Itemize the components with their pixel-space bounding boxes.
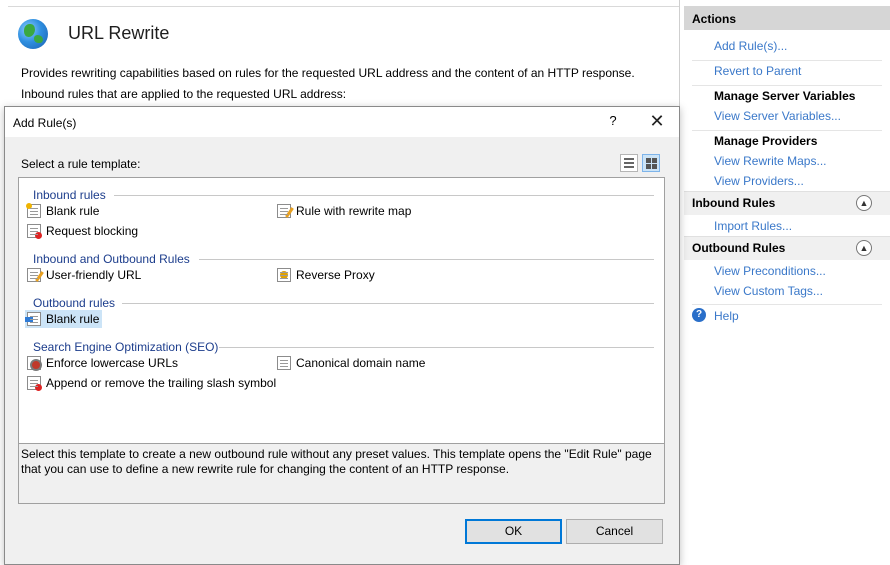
template-rule-with-rewrite-map[interactable]: Rule with rewrite map bbox=[275, 202, 414, 220]
group-divider bbox=[199, 259, 654, 260]
add-rules-dialog: Add Rule(s) ? ✕ Select a rule template: … bbox=[4, 106, 680, 565]
template-reverse-proxy[interactable]: Reverse Proxy bbox=[275, 266, 378, 284]
item-label: Reverse Proxy bbox=[296, 268, 375, 282]
view-server-variables-link[interactable]: View Server Variables... bbox=[684, 104, 890, 128]
item-label: Canonical domain name bbox=[296, 356, 426, 370]
rewrite-map-icon bbox=[277, 204, 291, 218]
help-label: Help bbox=[714, 309, 739, 323]
inbound-rules-section[interactable]: Inbound Rules ▲ bbox=[684, 191, 890, 215]
outbound-rules-section[interactable]: Outbound Rules ▲ bbox=[684, 236, 890, 260]
item-label: Rule with rewrite map bbox=[296, 204, 412, 218]
outbound-rules-section-label: Outbound Rules bbox=[692, 241, 786, 255]
actions-pane: Actions Add Rule(s)... Revert to Parent … bbox=[684, 6, 890, 565]
template-request-blocking[interactable]: Request blocking bbox=[25, 222, 141, 240]
dialog-title: Add Rule(s) bbox=[13, 116, 77, 130]
request-blocking-icon bbox=[27, 224, 42, 239]
list-view-icon bbox=[624, 158, 634, 160]
add-rules-link[interactable]: Add Rule(s)... bbox=[684, 34, 890, 58]
tiles-view-icon-square bbox=[646, 164, 651, 169]
item-label: Append or remove the trailing slash symb… bbox=[46, 376, 277, 390]
group-seo: Search Engine Optimization (SEO) bbox=[33, 340, 219, 354]
template-canonical-domain-name[interactable]: Canonical domain name bbox=[275, 354, 428, 372]
import-rules-link[interactable]: Import Rules... bbox=[684, 214, 890, 238]
template-blank-rule-inbound[interactable]: Blank rule bbox=[25, 202, 102, 220]
dialog-titlebar: Add Rule(s) ? ✕ bbox=[5, 107, 679, 137]
ok-button[interactable]: OK bbox=[465, 519, 562, 544]
group-divider bbox=[114, 195, 654, 196]
details-view-button[interactable] bbox=[620, 154, 638, 172]
inbound-rules-section-label: Inbound Rules bbox=[692, 196, 776, 210]
group-divider bbox=[122, 303, 654, 304]
help-link[interactable]: ? Help bbox=[684, 304, 890, 328]
cancel-button[interactable]: Cancel bbox=[566, 519, 663, 544]
close-icon[interactable]: ✕ bbox=[645, 110, 669, 134]
enforce-lowercase-icon bbox=[27, 356, 42, 371]
revert-to-parent-link[interactable]: Revert to Parent bbox=[684, 59, 890, 83]
item-label: User-friendly URL bbox=[46, 268, 142, 282]
template-enforce-lowercase-urls[interactable]: Enforce lowercase URLs bbox=[25, 354, 181, 372]
help-button[interactable]: ? bbox=[603, 113, 623, 128]
item-label: Blank rule bbox=[46, 312, 100, 326]
canonical-domain-icon bbox=[277, 356, 291, 370]
trailing-slash-icon bbox=[27, 376, 42, 391]
collapse-chevron-up-icon[interactable]: ▲ bbox=[856, 195, 872, 211]
list-view-icon-line bbox=[624, 162, 634, 164]
select-template-label: Select a rule template: bbox=[21, 157, 141, 171]
rule-template-list[interactable]: Inbound rules Blank rule Rule with rewri… bbox=[18, 177, 665, 444]
tiles-view-icon-square bbox=[652, 158, 657, 163]
help-icon: ? bbox=[692, 308, 706, 322]
page-title: URL Rewrite bbox=[68, 23, 170, 43]
tiles-view-icon bbox=[646, 158, 651, 163]
blank-rule-icon bbox=[26, 203, 41, 218]
tiles-view-icon-square bbox=[652, 164, 657, 169]
outbound-blank-rule-icon bbox=[25, 312, 41, 326]
list-view-icon-line bbox=[624, 166, 634, 168]
item-label: Blank rule bbox=[46, 204, 100, 218]
url-rewrite-globe-icon bbox=[18, 19, 48, 49]
template-user-friendly-url[interactable]: User-friendly URL bbox=[25, 266, 144, 284]
actions-header: Actions bbox=[684, 6, 890, 30]
page-description: Provides rewriting capabilities based on… bbox=[21, 66, 635, 80]
user-friendly-url-icon bbox=[27, 268, 41, 282]
item-label: Enforce lowercase URLs bbox=[46, 356, 179, 370]
group-inbound-outbound-rules: Inbound and Outbound Rules bbox=[33, 252, 190, 266]
reverse-proxy-icon bbox=[277, 268, 291, 282]
template-description: Select this template to create a new out… bbox=[18, 443, 665, 504]
tiles-view-button[interactable] bbox=[642, 154, 660, 172]
page-subheading: Inbound rules that are applied to the re… bbox=[21, 87, 347, 101]
view-custom-tags-link[interactable]: View Custom Tags... bbox=[684, 279, 890, 303]
top-divider bbox=[8, 6, 679, 7]
group-divider bbox=[219, 347, 654, 348]
view-providers-link[interactable]: View Providers... bbox=[684, 169, 890, 193]
collapse-chevron-up-icon[interactable]: ▲ bbox=[856, 240, 872, 256]
group-inbound-rules: Inbound rules bbox=[33, 188, 106, 202]
group-outbound-rules: Outbound rules bbox=[33, 296, 116, 310]
item-label: Request blocking bbox=[46, 224, 139, 238]
template-blank-rule-outbound[interactable]: Blank rule bbox=[25, 310, 103, 328]
template-trailing-slash[interactable]: Append or remove the trailing slash symb… bbox=[25, 374, 279, 392]
